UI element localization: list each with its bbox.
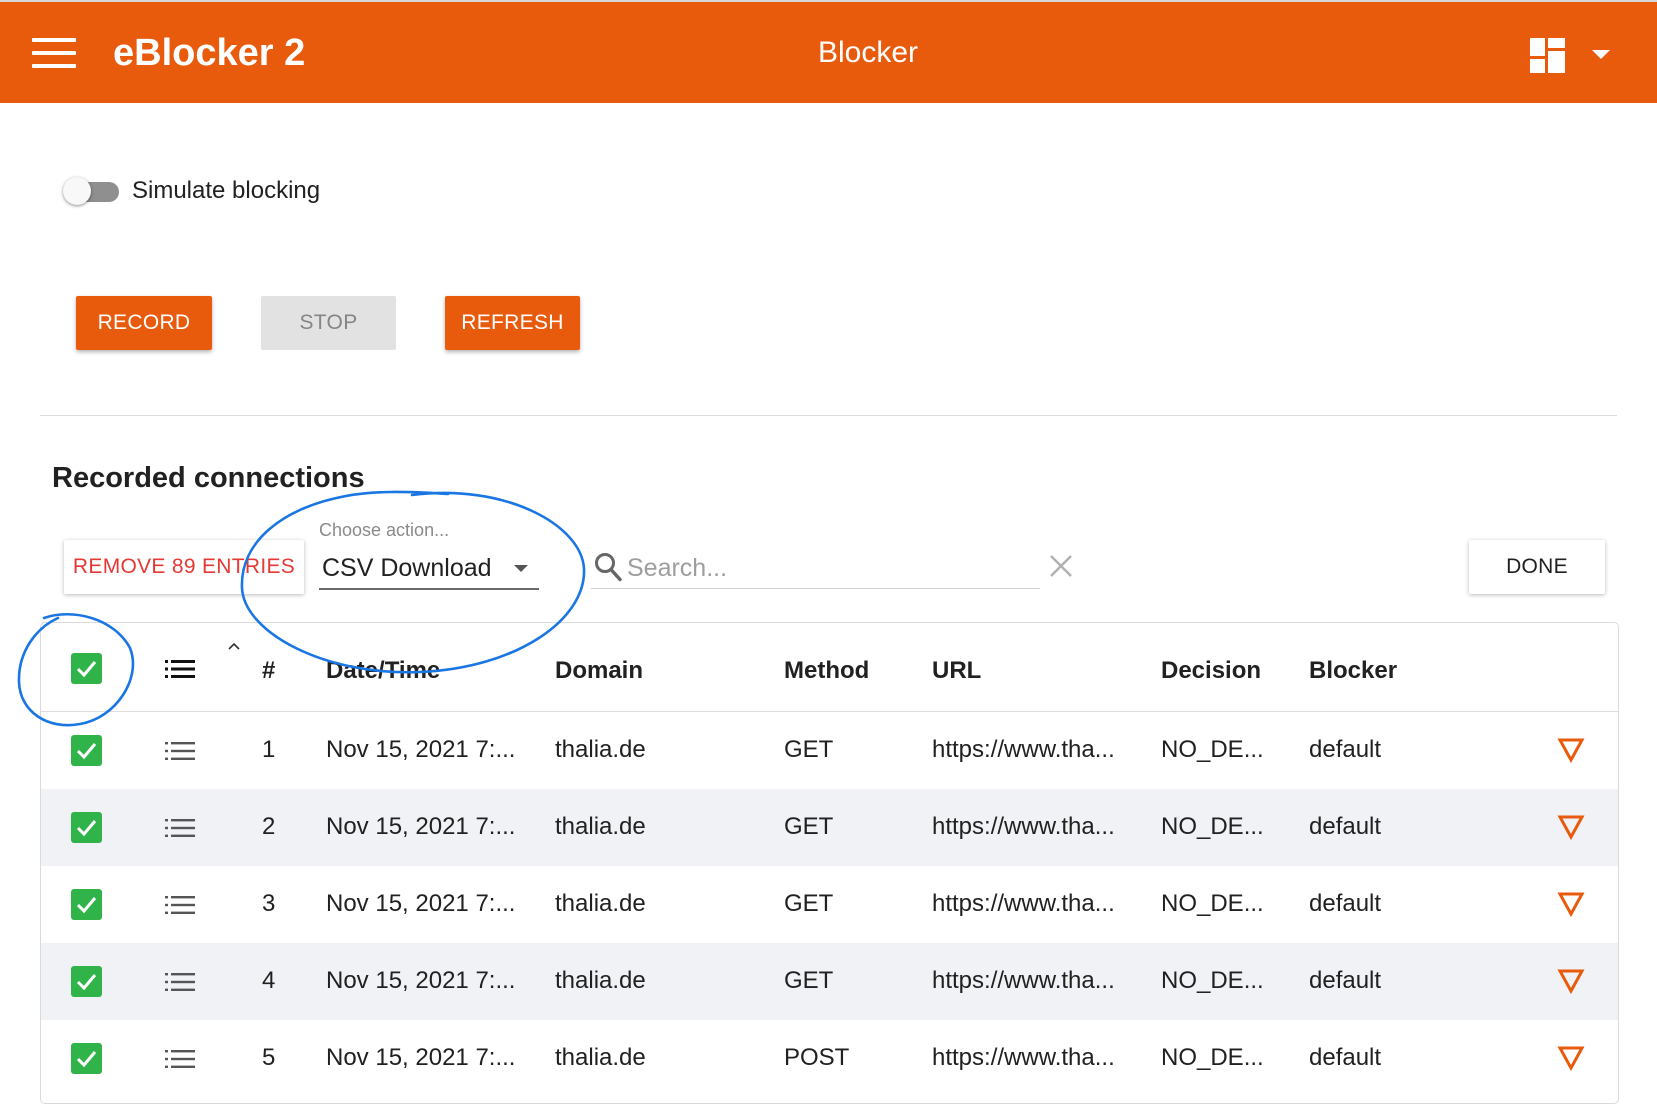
cell-url: https://www.tha... (932, 967, 1115, 994)
recorded-connections-title: Recorded connections (52, 462, 365, 494)
cell-domain: thalia.de (555, 736, 646, 763)
table-row[interactable]: 2 Nov 15, 2021 7:... thalia.de GET https://w… (41, 789, 1618, 866)
cell-method: GET (784, 890, 834, 917)
table-row[interactable]: 1 Nov 15, 2021 7:... thalia.de GET https://w… (41, 712, 1618, 789)
cell-method: GET (784, 967, 834, 994)
cell-decision: NO_DE... (1161, 967, 1264, 994)
list-icon[interactable] (165, 818, 195, 838)
chevron-down-icon (514, 565, 528, 572)
cell-method: POST (784, 1044, 850, 1071)
search-field (591, 548, 1040, 590)
header-url[interactable]: URL (932, 657, 981, 685)
row-checkbox[interactable] (71, 889, 102, 920)
cell-method: GET (784, 813, 834, 840)
cell-blocker: default (1309, 890, 1382, 917)
list-icon[interactable] (165, 1049, 195, 1069)
page-title: Blocker (817, 36, 919, 69)
cell-url: https://www.tha... (932, 890, 1115, 917)
table-header-row: # Date/Time Domain Method URL Decision B… (41, 623, 1618, 712)
choose-action-value: CSV Download (322, 554, 492, 582)
check-icon (76, 743, 97, 760)
check-icon (76, 974, 97, 991)
table-row[interactable]: 3 Nov 15, 2021 7:... thalia.de GET https://w… (41, 866, 1618, 943)
search-input[interactable] (627, 552, 1027, 584)
header-blocker[interactable]: Blocker (1309, 657, 1397, 685)
expand-triangle-icon[interactable] (1557, 891, 1585, 917)
choose-action-label: Choose action... (319, 520, 450, 540)
expand-triangle-icon[interactable] (1557, 968, 1585, 994)
select-all-checkbox[interactable] (71, 653, 102, 684)
cell-datetime: Nov 15, 2021 7:... (326, 813, 516, 840)
cell-decision: NO_DE... (1161, 1044, 1264, 1071)
check-icon (76, 820, 97, 837)
check-icon (76, 1051, 97, 1068)
cell-url: https://www.tha... (932, 1044, 1115, 1071)
cell-num: 4 (262, 967, 276, 994)
header-method[interactable]: Method (784, 657, 869, 685)
header-decision[interactable]: Decision (1161, 657, 1261, 685)
close-icon[interactable] (1048, 553, 1074, 579)
list-icon[interactable] (165, 659, 195, 679)
table-row[interactable]: 5 Nov 15, 2021 7:... thalia.de POST https://… (41, 1020, 1618, 1097)
record-button[interactable]: RECORD (76, 296, 212, 350)
header-datetime[interactable]: Date/Time (326, 657, 440, 685)
cell-datetime: Nov 15, 2021 7:... (326, 967, 516, 994)
search-icon (595, 553, 622, 582)
cell-datetime: Nov 15, 2021 7:... (326, 736, 516, 763)
remove-entries-button[interactable]: REMOVE 89 ENTRIES (64, 540, 304, 594)
cell-decision: NO_DE... (1161, 813, 1264, 840)
cell-decision: NO_DE... (1161, 890, 1264, 917)
simulate-blocking-label: Simulate blocking (132, 177, 321, 204)
cell-blocker: default (1309, 736, 1382, 763)
connections-table: # Date/Time Domain Method URL Decision B… (40, 622, 1619, 1104)
cell-domain: thalia.de (555, 1044, 646, 1071)
cell-domain: thalia.de (555, 967, 646, 994)
cell-url: https://www.tha... (932, 813, 1115, 840)
section-divider (40, 415, 1617, 416)
dashboard-icon[interactable] (1530, 38, 1565, 73)
cell-num: 2 (262, 813, 276, 840)
expand-triangle-icon[interactable] (1557, 1045, 1585, 1071)
cell-url: https://www.tha... (932, 736, 1115, 763)
table-row[interactable]: 4 Nov 15, 2021 7:... thalia.de GET https://w… (41, 943, 1618, 1020)
done-button[interactable]: DONE (1469, 540, 1605, 594)
app-bar: eBlocker 2 Blocker (0, 2, 1657, 103)
cell-blocker: default (1309, 813, 1382, 840)
row-checkbox[interactable] (71, 735, 102, 766)
list-icon[interactable] (165, 741, 195, 761)
cell-domain: thalia.de (555, 890, 646, 917)
cell-num: 3 (262, 890, 276, 917)
caret-down-icon[interactable] (1592, 50, 1610, 59)
check-icon (76, 897, 97, 914)
cell-decision: NO_DE... (1161, 736, 1264, 763)
stop-button[interactable]: STOP (261, 296, 396, 350)
cell-num: 1 (262, 736, 276, 763)
choose-action-select[interactable]: Choose action... CSV Download (319, 518, 539, 590)
expand-triangle-icon[interactable] (1557, 737, 1585, 763)
row-checkbox[interactable] (71, 1043, 102, 1074)
header-domain[interactable]: Domain (555, 657, 643, 685)
toggle-knob (63, 177, 91, 205)
cell-method: GET (784, 736, 834, 763)
cell-blocker: default (1309, 1044, 1382, 1071)
row-checkbox[interactable] (71, 812, 102, 843)
expand-triangle-icon[interactable] (1557, 814, 1585, 840)
cell-datetime: Nov 15, 2021 7:... (326, 1044, 516, 1071)
row-checkbox[interactable] (71, 966, 102, 997)
check-icon (76, 661, 97, 678)
list-icon[interactable] (165, 972, 195, 992)
cell-num: 5 (262, 1044, 276, 1071)
header-num[interactable]: # (262, 657, 275, 685)
cell-blocker: default (1309, 967, 1382, 994)
list-icon[interactable] (165, 895, 195, 915)
refresh-button[interactable]: REFRESH (445, 296, 580, 350)
cell-datetime: Nov 15, 2021 7:... (326, 890, 516, 917)
sort-ascending-icon[interactable] (227, 641, 241, 651)
simulate-blocking-toggle[interactable] (63, 176, 119, 206)
cell-domain: thalia.de (555, 813, 646, 840)
